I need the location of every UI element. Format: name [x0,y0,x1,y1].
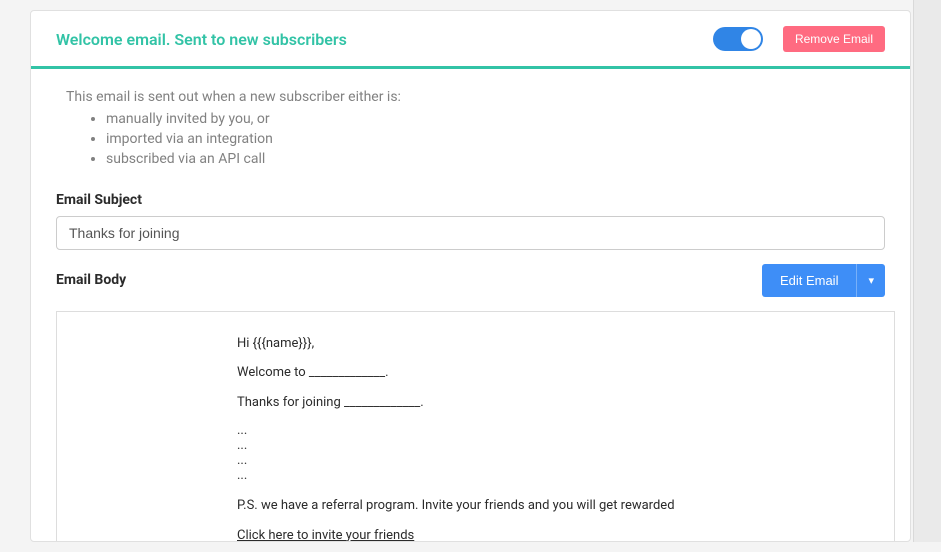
card-title: Welcome email. Sent to new subscribers [56,30,347,49]
edit-email-dropdown-button[interactable]: ▾ [856,264,885,297]
header-controls: Remove Email [713,26,885,52]
preview-dots: ... [237,469,894,484]
intro-list: manually invited by you, or imported via… [56,109,885,170]
list-item: imported via an integration [106,129,885,149]
preview-invite-link[interactable]: Click here to invite your friends [237,528,414,542]
edit-email-button[interactable]: Edit Email [762,264,857,297]
preview-welcome: Welcome to _____________. [237,365,894,381]
remove-email-button[interactable]: Remove Email [783,26,885,52]
email-enabled-toggle[interactable] [713,27,763,51]
intro-text: This email is sent out when a new subscr… [56,89,885,105]
email-body-preview: Hi {{{name}}}, Welcome to _____________.… [56,311,895,542]
email-subject-label: Email Subject [56,192,885,208]
toggle-knob [741,29,761,49]
email-body-header-row: Email Body Edit Email ▾ [56,264,885,297]
email-settings-card: Welcome email. Sent to new subscribers R… [30,10,911,542]
email-subject-input[interactable] [56,216,885,250]
preview-thanks: Thanks for joining _____________. [237,395,894,411]
edit-email-button-group: Edit Email ▾ [762,264,885,297]
email-body-label: Email Body [56,272,126,288]
preview-dots: ... [237,424,894,439]
right-gutter [913,0,941,542]
list-item: manually invited by you, or [106,109,885,129]
preview-ps: P.S. we have a referral program. Invite … [237,498,894,514]
preview-dots: ... [237,439,894,454]
card-body: This email is sent out when a new subscr… [31,69,910,542]
preview-dots: ... [237,454,894,469]
card-header: Welcome email. Sent to new subscribers R… [31,11,910,69]
list-item: subscribed via an API call [106,149,885,169]
caret-down-icon: ▾ [868,274,874,287]
preview-greeting: Hi {{{name}}}, [237,336,894,352]
